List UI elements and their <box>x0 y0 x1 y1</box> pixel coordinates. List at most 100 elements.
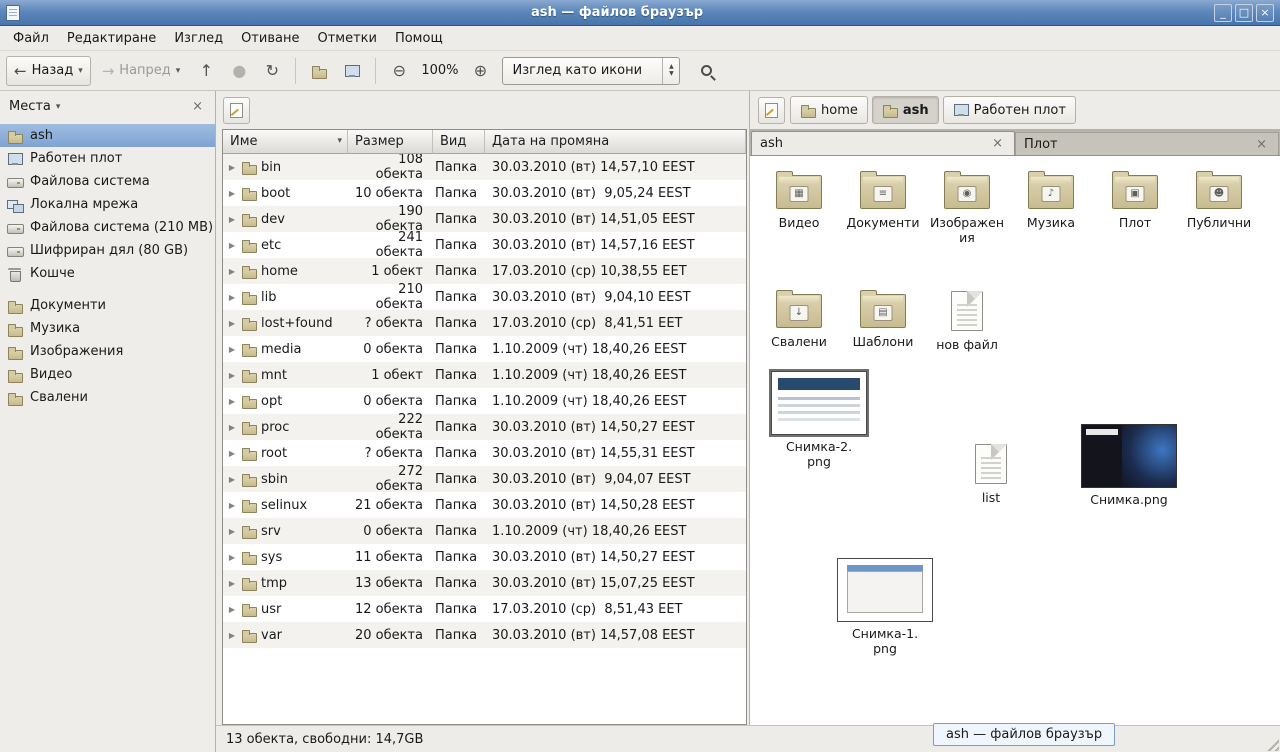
table-row[interactable]: ▶ usr 12 обекта Папка 17.03.2010 (ср) 8,… <box>223 596 746 622</box>
sidebar-item[interactable]: Файлова система (210 MB) <box>0 216 215 239</box>
expander-icon[interactable]: ▶ <box>227 345 237 354</box>
table-row[interactable]: ▶ bin 108 обекта Папка 30.03.2010 (вт) 1… <box>223 154 746 180</box>
sidebar-item[interactable]: Работен плот <box>0 147 215 170</box>
expander-icon[interactable]: ▶ <box>227 215 237 224</box>
table-row[interactable]: ▶ etc 241 обекта Папка 30.03.2010 (вт) 1… <box>223 232 746 258</box>
table-row[interactable]: ▶ root ? обекта Папка 30.03.2010 (вт) 14… <box>223 440 746 466</box>
table-row[interactable]: ▶ opt 0 обекта Папка 1.10.2009 (чт) 18,4… <box>223 388 746 414</box>
file-name: var <box>261 628 282 643</box>
expander-icon[interactable]: ▶ <box>227 267 237 276</box>
sidebar-item[interactable]: Музика <box>0 317 215 340</box>
name-cell: ▶ mnt <box>223 367 348 383</box>
table-row[interactable]: ▶ lib 210 обекта Папка 30.03.2010 (вт) 9… <box>223 284 746 310</box>
table-row[interactable]: ▶ media 0 обекта Папка 1.10.2009 (чт) 18… <box>223 336 746 362</box>
up-button[interactable]: ↑ <box>191 56 221 86</box>
expander-icon[interactable]: ▶ <box>227 163 237 172</box>
back-history-caret-icon[interactable]: ▾ <box>78 66 83 76</box>
close-button[interactable]: × <box>1256 4 1274 22</box>
breadcrumb-button[interactable]: home <box>790 96 868 124</box>
expander-icon[interactable]: ▶ <box>227 241 237 250</box>
sidebar-item[interactable]: Видео <box>0 363 215 386</box>
expander-icon[interactable]: ▶ <box>227 475 237 484</box>
expander-icon[interactable]: ▶ <box>227 397 237 406</box>
icon-view-item[interactable]: Снимка-1.png <box>830 558 940 656</box>
expander-icon[interactable]: ▶ <box>227 371 237 380</box>
table-row[interactable]: ▶ proc 222 обекта Папка 30.03.2010 (вт) … <box>223 414 746 440</box>
sidebar-item[interactable]: Шифриран дял (80 GB) <box>0 239 215 262</box>
name-cell: ▶ tmp <box>223 575 348 591</box>
search-button[interactable] <box>691 56 721 86</box>
table-row[interactable]: ▶ selinux 21 обекта Папка 30.03.2010 (вт… <box>223 492 746 518</box>
home-button[interactable] <box>304 56 334 86</box>
expander-icon[interactable]: ▶ <box>227 527 237 536</box>
back-button[interactable]: ← Назад ▾ <box>6 56 91 86</box>
tab[interactable]: Плот × <box>1015 132 1279 155</box>
expander-icon[interactable]: ▶ <box>227 449 237 458</box>
zoom-level[interactable]: 100% <box>417 63 462 78</box>
sidebar-item[interactable]: Локална мрежа <box>0 193 215 216</box>
sidebar-item[interactable]: Свалени <box>0 386 215 409</box>
breadcrumb-button[interactable]: Работен плот <box>943 96 1076 124</box>
menu-item[interactable]: Помощ <box>386 28 452 49</box>
maximize-button[interactable]: □ <box>1235 4 1253 22</box>
expander-icon[interactable]: ▶ <box>227 501 237 510</box>
stop-button[interactable]: ● <box>224 56 254 86</box>
table-row[interactable]: ▶ sys 11 обекта Папка 30.03.2010 (вт) 14… <box>223 544 746 570</box>
table-row[interactable]: ▶ boot 10 обекта Папка 30.03.2010 (вт) 9… <box>223 180 746 206</box>
sidebar-caret-icon[interactable]: ▾ <box>56 102 61 112</box>
icon-view-item[interactable]: list <box>936 438 1046 505</box>
menu-item[interactable]: Изглед <box>165 28 232 49</box>
table-row[interactable]: ▶ srv 0 обекта Папка 1.10.2009 (чт) 18,4… <box>223 518 746 544</box>
minimize-button[interactable]: _ <box>1214 4 1232 22</box>
expander-icon[interactable]: ▶ <box>227 579 237 588</box>
sidebar-item[interactable]: ash <box>0 124 215 147</box>
zoom-in-button[interactable]: ⊕ <box>465 56 495 86</box>
table-row[interactable]: ▶ sbin 272 обекта Папка 30.03.2010 (вт) … <box>223 466 746 492</box>
titlebar[interactable]: ash — файлов браузър _ □ × <box>0 0 1280 26</box>
table-row[interactable]: ▶ home 1 обект Папка 17.03.2010 (ср) 10,… <box>223 258 746 284</box>
forward-button[interactable]: → Напред ▾ <box>94 56 189 86</box>
menu-item[interactable]: Файл <box>4 28 58 49</box>
menu-item[interactable]: Отметки <box>308 28 385 49</box>
edit-location-button[interactable] <box>758 97 785 124</box>
expander-icon[interactable]: ▶ <box>227 319 237 328</box>
reload-button[interactable]: ↻ <box>257 56 287 86</box>
edit-location-button[interactable] <box>223 97 250 124</box>
sidebar-item[interactable]: Изображения <box>0 340 215 363</box>
expander-icon[interactable]: ▶ <box>227 631 237 640</box>
sidebar-title[interactable]: Места <box>9 99 51 114</box>
breadcrumb-button[interactable]: ash <box>872 96 939 124</box>
menu-item[interactable]: Редактиране <box>58 28 165 49</box>
column-header-name[interactable]: Име ▾ <box>223 130 348 154</box>
table-row[interactable]: ▶ dev 190 обекта Папка 30.03.2010 (вт) 1… <box>223 206 746 232</box>
table-row[interactable]: ▶ tmp 13 обекта Папка 30.03.2010 (вт) 15… <box>223 570 746 596</box>
column-header-size[interactable]: Размер <box>348 130 433 154</box>
sidebar-close-button[interactable]: × <box>189 99 206 114</box>
tab[interactable]: ash × <box>751 131 1015 155</box>
window-list-button[interactable]: ash — файлов браузър <box>933 723 1115 746</box>
table-row[interactable]: ▶ lost+found ? обекта Папка 17.03.2010 (… <box>223 310 746 336</box>
view-mode-stepper[interactable]: ▲ ▼ <box>662 58 679 84</box>
icon-view[interactable]: ▦ Видео ≡ Документи <box>750 156 1280 725</box>
expander-icon[interactable]: ▶ <box>227 189 237 198</box>
tab-close-icon[interactable]: × <box>1253 137 1270 152</box>
column-header-type[interactable]: Вид <box>433 130 485 154</box>
sidebar-item[interactable]: Документи <box>0 294 215 317</box>
sidebar-item[interactable]: Кошче <box>0 262 215 285</box>
menu-item[interactable]: Отиване <box>232 28 308 49</box>
expander-icon[interactable]: ▶ <box>227 293 237 302</box>
column-header-date[interactable]: Дата на промяна <box>485 130 746 154</box>
view-mode-select[interactable]: Изглед като икони ▲ ▼ <box>502 57 680 85</box>
table-row[interactable]: ▶ var 20 обекта Папка 30.03.2010 (вт) 14… <box>223 622 746 648</box>
zoom-out-button[interactable]: ⊖ <box>384 56 414 86</box>
expander-icon[interactable]: ▶ <box>227 553 237 562</box>
expander-icon[interactable]: ▶ <box>227 423 237 432</box>
table-row[interactable]: ▶ mnt 1 обект Папка 1.10.2009 (чт) 18,40… <box>223 362 746 388</box>
expander-icon[interactable]: ▶ <box>227 605 237 614</box>
resize-grip[interactable] <box>1264 736 1279 751</box>
sidebar-item[interactable]: Файлова система <box>0 170 215 193</box>
icon-view-item[interactable]: Снимка-2.png <box>764 371 874 469</box>
icon-view-item[interactable]: Снимка.png <box>1074 424 1184 507</box>
computer-button[interactable] <box>337 56 367 86</box>
tab-close-icon[interactable]: × <box>989 136 1006 151</box>
